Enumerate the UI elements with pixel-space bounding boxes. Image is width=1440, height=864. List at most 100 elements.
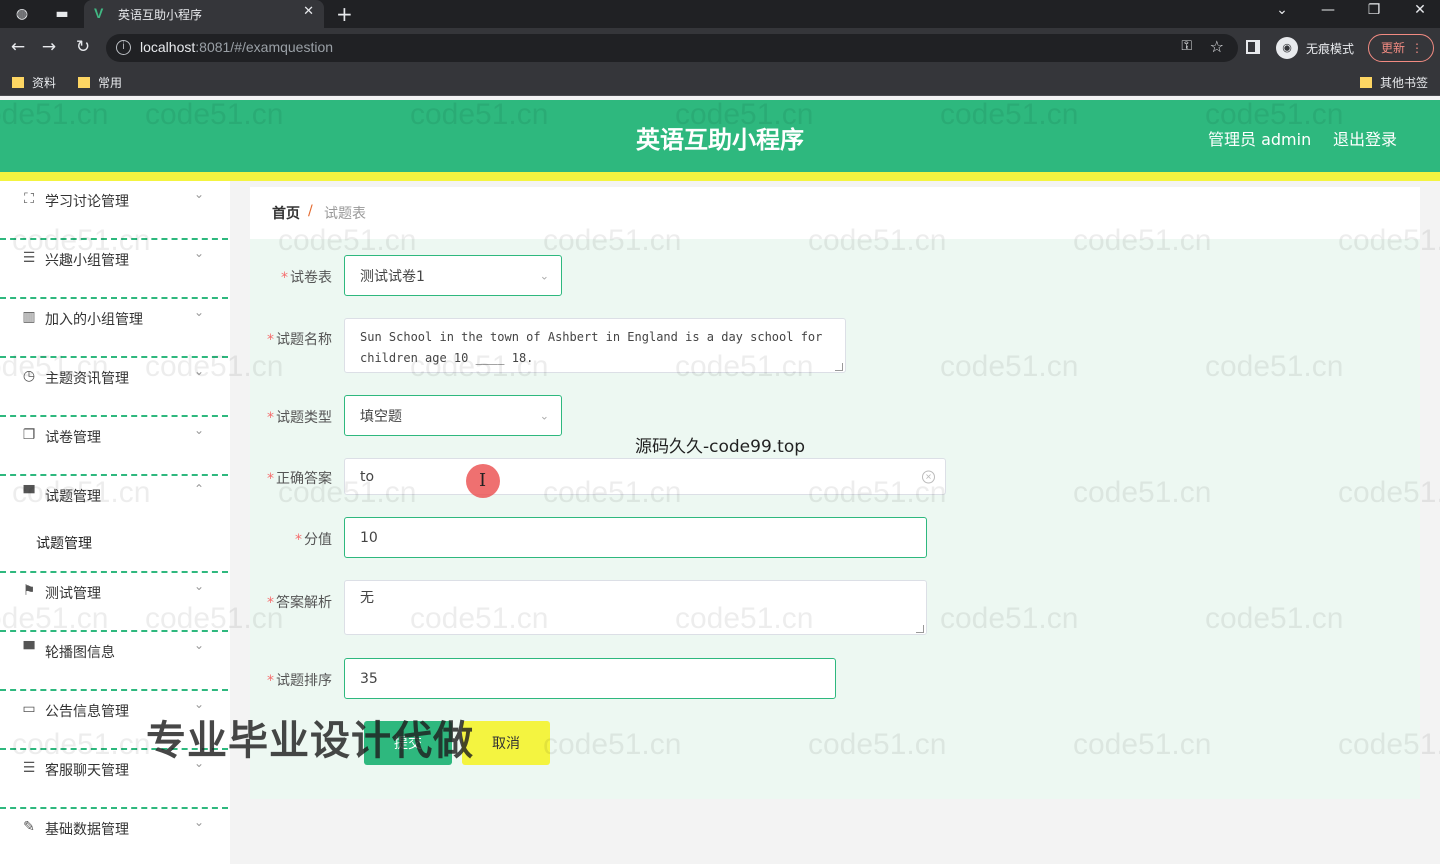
question-type-label: * 试题类型: [267, 410, 332, 426]
breadcrumb-current: 试题表: [324, 206, 366, 222]
monitor-icon: ▀: [23, 486, 35, 502]
sidebar-item-joined-group[interactable]: ▥ 加入的小组管理 ⌄: [0, 299, 228, 358]
paper-label: * 试卷表: [281, 270, 332, 286]
breadcrumb-separator: /: [308, 203, 313, 219]
app-header: 英语互助小程序 管理员 admin 退出登录: [0, 100, 1440, 172]
minimize-icon[interactable]: —: [1313, 2, 1343, 18]
promo-watermark: 专业毕业设计代做: [146, 718, 474, 764]
bookmarks-bar: 资料 常用 其他书签: [0, 68, 1440, 96]
close-tab-icon[interactable]: ✕: [303, 4, 314, 19]
clear-icon[interactable]: ✕: [922, 470, 935, 483]
forward-icon[interactable]: →: [38, 37, 60, 57]
bookmark-folder-ziliao[interactable]: 资料: [12, 74, 56, 91]
analysis-label: * 答案解析: [267, 595, 332, 611]
folder-icon: [12, 77, 24, 88]
resize-handle[interactable]: [835, 363, 843, 371]
side-panel-icon[interactable]: [1246, 40, 1260, 54]
score-label: * 分值: [295, 532, 332, 548]
sidebar-item-basic-data[interactable]: ✎ 基础数据管理 ⌄: [0, 809, 228, 864]
sidebar-item-label: 客服聊天管理: [45, 763, 129, 779]
admin-label: 管理员 admin: [1208, 130, 1312, 149]
sidebar-item-label: 基础数据管理: [45, 822, 129, 838]
chevron-down-icon: ⌄: [194, 815, 205, 829]
chevron-down-icon: ⌄: [539, 269, 549, 282]
chevron-down-icon: ⌄: [194, 579, 205, 593]
monitor-icon: ▀: [23, 642, 35, 658]
tab-search-icon[interactable]: ⌄: [1267, 2, 1297, 18]
key-icon[interactable]: ⚿: [1181, 38, 1192, 54]
more-menu-icon[interactable]: ⋮: [1411, 35, 1423, 61]
paper-select[interactable]: 测试试卷1 ⌄: [344, 255, 562, 296]
bookmark-folder-changyong[interactable]: 常用: [78, 74, 122, 91]
folder-icon: [78, 77, 90, 88]
reload-icon[interactable]: ↻: [72, 37, 94, 57]
list-icon: ☰: [22, 760, 36, 776]
sidebar-item-paper[interactable]: ❐ 试卷管理 ⌄: [0, 417, 228, 476]
resize-handle[interactable]: [916, 625, 924, 633]
edit-icon: ✎: [23, 819, 35, 835]
sidebar-item-label: 试题管理: [45, 489, 101, 505]
sidebar-item-label: 测试管理: [45, 586, 101, 602]
site-info-icon[interactable]: i: [116, 40, 131, 55]
chevron-down-icon: ⌄: [194, 246, 205, 260]
sidebar-item-label: 轮播图信息: [45, 645, 115, 661]
incognito-label: 无痕模式: [1306, 42, 1355, 56]
browser-tab-bar: ◍ ▬ V 英语互助小程序 ✕ + ⌄ — ❐ ✕: [0, 0, 1440, 28]
expand-icon: ⛶: [24, 191, 34, 207]
restore-icon[interactable]: ❐: [1359, 2, 1389, 18]
tab-title: 英语互助小程序: [118, 8, 203, 22]
order-input[interactable]: 35: [344, 658, 836, 699]
question-type-select[interactable]: 填空题 ⌄: [344, 395, 562, 436]
breadcrumb-home[interactable]: 首页: [272, 203, 300, 223]
chevron-down-icon: ⌄: [194, 364, 205, 378]
submenu-question-management[interactable]: 试题管理: [36, 533, 92, 553]
score-input[interactable]: 10: [344, 517, 927, 558]
flag-icon: ⚑: [22, 583, 36, 599]
new-tab-icon[interactable]: +: [336, 2, 353, 26]
back-icon[interactable]: ←: [7, 37, 29, 57]
sidebar-item-label: 公告信息管理: [45, 704, 129, 720]
bookmark-star-icon[interactable]: ☆: [1210, 37, 1224, 56]
sidebar-item-carousel[interactable]: ▀ 轮播图信息 ⌄: [0, 632, 228, 691]
url-text[interactable]: localhost:8081/#/examquestion: [140, 39, 333, 55]
copy-icon: ❐: [22, 427, 36, 443]
chevron-down-icon: ⌄: [539, 409, 549, 422]
sidebar-item-question[interactable]: ▀ 试题管理 ⌃ 试题管理: [0, 476, 228, 573]
tab-overview-icon[interactable]: ▬: [52, 4, 72, 24]
chevron-down-icon: ⌄: [194, 305, 205, 319]
sidebar-item-label: 兴趣小组管理: [45, 253, 129, 269]
sidebar-item-label: 试卷管理: [45, 430, 101, 446]
sidebar-item-test[interactable]: ⚑ 测试管理 ⌄: [0, 573, 228, 632]
address-bar[interactable]: i localhost:8081/#/examquestion ⚿ ☆: [106, 34, 1238, 62]
sidebar-item-label: 主题资讯管理: [45, 371, 129, 387]
message-icon: ▭: [22, 701, 36, 717]
cancel-button[interactable]: 取消: [462, 721, 550, 765]
question-name-textarea[interactable]: Sun School in the town of Ashbert in Eng…: [344, 318, 846, 373]
globe-icon[interactable]: ◍: [12, 4, 32, 24]
browser-tab[interactable]: V 英语互助小程序 ✕: [84, 0, 324, 28]
update-button[interactable]: 更新 ⋮: [1368, 34, 1434, 62]
chevron-down-icon: ⌄: [194, 187, 205, 201]
answer-label: * 正确答案: [267, 471, 332, 487]
window-close-icon[interactable]: ✕: [1405, 2, 1435, 18]
books-icon: ▥: [22, 309, 36, 325]
incognito-icon: ◉: [1276, 37, 1298, 59]
logout-link[interactable]: 退出登录: [1333, 126, 1397, 150]
analysis-textarea[interactable]: 无: [344, 580, 927, 635]
clock-icon: ◷: [22, 368, 36, 384]
bookmark-folder-other[interactable]: 其他书签: [1360, 74, 1428, 91]
question-name-label: * 试题名称: [267, 332, 332, 348]
order-label: * 试题排序: [267, 673, 332, 689]
sidebar-item-label: 加入的小组管理: [45, 312, 143, 328]
answer-input[interactable]: to ✕: [344, 458, 946, 495]
chevron-up-icon: ⌃: [194, 482, 205, 496]
breadcrumb: 首页 / 试题表: [250, 187, 1420, 239]
sidebar-item-label: 学习讨论管理: [45, 194, 129, 210]
sidebar-item-interest-group[interactable]: ☰ 兴趣小组管理 ⌄: [0, 240, 228, 299]
browser-toolbar: ← → ↻ i localhost:8081/#/examquestion ⚿ …: [0, 28, 1440, 68]
vue-logo-icon: V: [94, 5, 104, 21]
sidebar-item-topic-news[interactable]: ◷ 主题资讯管理 ⌄: [0, 358, 228, 417]
header-accent-bar: [0, 172, 1440, 181]
chevron-down-icon: ⌄: [194, 423, 205, 437]
sidebar-item-study-discussion[interactable]: ⛶ 学习讨论管理 ⌄: [0, 181, 228, 240]
